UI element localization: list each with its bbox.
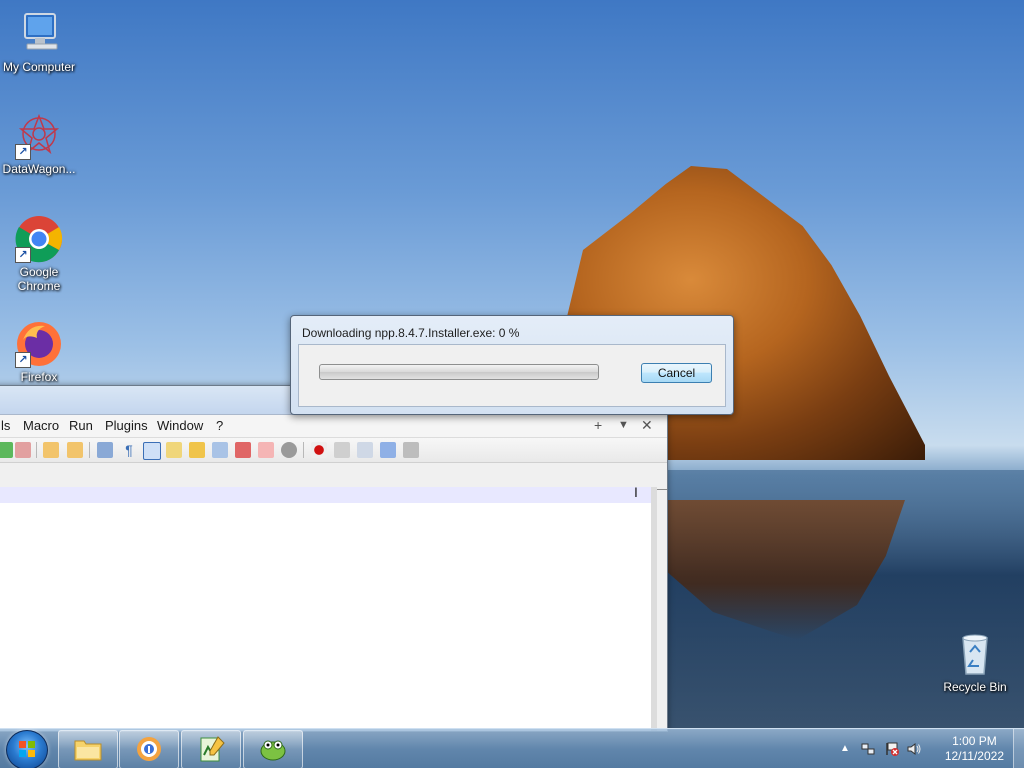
current-line-highlight — [0, 487, 651, 503]
folder-icon — [74, 740, 102, 761]
desktop-icon-label: My Computer — [2, 60, 76, 74]
system-tray: ▲ 1:00 PM 12/11/2022 — [834, 729, 1024, 768]
menu-run[interactable]: Run — [69, 418, 93, 433]
text-cursor-icon: I — [634, 484, 638, 500]
show-all-characters-icon[interactable]: ¶ — [121, 442, 137, 458]
zoom-out-icon[interactable] — [67, 442, 83, 458]
computer-icon — [15, 10, 63, 58]
download-progress-bar — [319, 364, 599, 380]
taskbar-browser-button[interactable] — [119, 730, 179, 768]
record-macro-icon[interactable] — [311, 442, 327, 458]
redo-icon[interactable] — [0, 442, 13, 458]
stop-recording-icon[interactable] — [334, 442, 350, 458]
menu-help[interactable]: ? — [216, 418, 223, 433]
find-icon[interactable] — [15, 442, 31, 458]
playback-macro-icon[interactable] — [357, 442, 373, 458]
dialog-title: Downloading npp.8.4.7.Installer.exe: 0 % — [302, 326, 520, 340]
recycle-bin-icon — [951, 630, 999, 678]
toolbar-separator — [36, 442, 37, 458]
document-map-icon[interactable] — [189, 442, 205, 458]
monitoring-icon[interactable] — [235, 442, 251, 458]
shortcut-arrow-icon: ↗ — [15, 247, 31, 263]
menu-bar: ls Macro Run Plugins Window ? + ▼ ✕ — [0, 415, 667, 438]
start-button[interactable] — [6, 730, 48, 768]
menu-plugins[interactable]: Plugins — [105, 418, 148, 433]
desktop-icon-firefox[interactable]: ↗ Firefox — [1, 320, 77, 384]
editor-area[interactable] — [0, 487, 657, 731]
menu-tools[interactable]: ls — [1, 418, 10, 433]
notepad-icon — [200, 736, 225, 762]
cancel-button[interactable]: Cancel — [641, 363, 712, 383]
tab-bar — [0, 463, 667, 490]
desktop-icon-datawagon[interactable]: ↗ DataWagon... — [1, 112, 77, 176]
clock-date: 12/11/2022 — [944, 749, 1004, 763]
show-desktop-button[interactable] — [1013, 729, 1024, 768]
desktop-icon-my-computer[interactable]: My Computer — [1, 10, 77, 74]
firefox-icon: ↗ — [15, 320, 63, 368]
clock-time: 1:00 PM — [952, 734, 997, 748]
desktop-icon-recycle-bin[interactable]: Recycle Bin — [937, 630, 1013, 694]
desktop-icon-label: Recycle Bin — [943, 680, 1007, 694]
toolbar-separator — [303, 442, 304, 458]
browser-icon — [137, 737, 161, 761]
taskbar-notepad-button[interactable] — [181, 730, 241, 768]
run-macro-multiple-icon[interactable] — [380, 442, 396, 458]
toolbar-separator — [89, 442, 90, 458]
save-macro-icon[interactable] — [403, 442, 419, 458]
show-hidden-icons-icon[interactable]: ▲ — [840, 743, 850, 754]
menu-window[interactable]: Window — [157, 418, 203, 433]
notepadpp-icon — [260, 740, 286, 761]
desktop-icon-chrome[interactable]: ↗ Google Chrome — [1, 215, 77, 293]
download-dialog: Downloading npp.8.4.7.Installer.exe: 0 %… — [290, 315, 734, 415]
desktop-icon-label: Google Chrome — [17, 265, 61, 293]
toolbar: ¶ — [0, 438, 667, 463]
chrome-icon: ↗ — [15, 215, 63, 263]
word-wrap-icon[interactable] — [97, 442, 113, 458]
add-tab-button[interactable]: + — [594, 417, 602, 433]
indent-guide-icon[interactable] — [143, 442, 161, 460]
notepadpp-window[interactable]: ls Macro Run Plugins Window ? + ▼ ✕ ¶ I — [0, 385, 668, 732]
user-defined-language-icon[interactable] — [281, 442, 297, 458]
volume-icon[interactable] — [906, 741, 922, 760]
datawagon-icon: ↗ — [15, 112, 63, 160]
taskbar-explorer-button[interactable] — [58, 730, 118, 768]
tab-list-button[interactable]: ▼ — [618, 419, 629, 431]
network-icon[interactable] — [860, 741, 876, 760]
taskbar-notepadpp-button[interactable] — [243, 730, 303, 768]
close-tab-button[interactable]: ✕ — [641, 417, 653, 434]
action-center-icon[interactable] — [884, 741, 900, 760]
windows-logo-icon — [19, 741, 35, 757]
taskbar: ▲ 1:00 PM 12/11/2022 — [0, 728, 1024, 768]
desktop-icon-label: DataWagon... — [2, 162, 76, 176]
clipboard-icon[interactable] — [258, 442, 274, 458]
shortcut-arrow-icon: ↗ — [15, 144, 31, 160]
menu-macro[interactable]: Macro — [23, 418, 59, 433]
folder-as-workspace-icon[interactable] — [166, 442, 182, 458]
function-list-icon[interactable] — [212, 442, 228, 458]
dialog-body: Cancel — [298, 344, 726, 407]
desktop-icon-label: Firefox — [20, 370, 58, 384]
shortcut-arrow-icon: ↗ — [15, 352, 31, 368]
clock[interactable]: 1:00 PM 12/11/2022 — [945, 734, 1004, 764]
desktop: My Computer ↗ DataWagon... ↗ Google Chro… — [0, 0, 1024, 768]
zoom-in-icon[interactable] — [43, 442, 59, 458]
